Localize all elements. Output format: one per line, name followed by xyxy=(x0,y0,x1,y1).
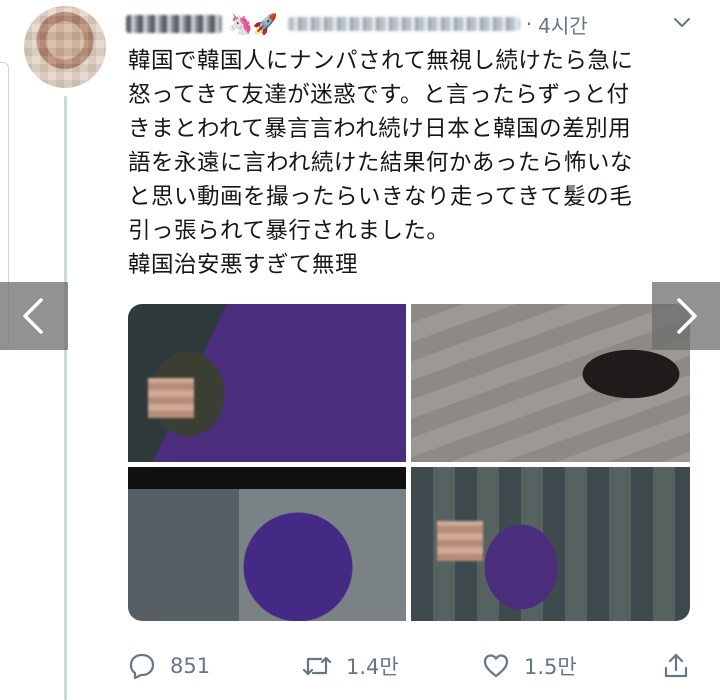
tweet-line: きまとわれて暴言言われ続け日本と韓国の差別用 xyxy=(128,116,632,142)
action-bar: 851 1.4만 1.5만 xyxy=(128,646,698,686)
reply-icon xyxy=(129,653,155,680)
previous-button[interactable] xyxy=(0,282,68,350)
tweet-line: 韓国で韓国人にナンパされて無視し続けたら急に xyxy=(128,48,634,74)
retweet-icon xyxy=(302,656,332,676)
name-emoji: 🦄🚀 xyxy=(228,12,278,36)
heart-icon xyxy=(483,654,509,678)
tweet-line: 引っ張られて暴行されました。 xyxy=(128,218,450,244)
display-name-blurred[interactable] xyxy=(126,15,222,33)
timestamp[interactable]: 4시간 xyxy=(538,10,588,39)
media-grid xyxy=(128,304,690,621)
separator-dot: · xyxy=(525,12,533,36)
handle-blurred[interactable] xyxy=(287,17,520,31)
photo-1[interactable] xyxy=(128,304,406,462)
retweet-count: 1.4만 xyxy=(346,655,399,679)
tweet-line: 韓国治安悪すぎて無理 xyxy=(128,252,359,278)
chevron-right-icon xyxy=(677,298,697,334)
tweet-line: 怒ってきて友達が迷惑です。と言ったらずっと付 xyxy=(128,82,630,108)
reply-count: 851 xyxy=(170,654,211,678)
thread-line xyxy=(64,96,67,700)
like-count: 1.5만 xyxy=(524,655,577,679)
photo-3[interactable] xyxy=(128,467,406,621)
reply-button[interactable]: 851 xyxy=(128,652,210,680)
retweet-button[interactable]: 1.4만 xyxy=(302,651,399,681)
avatar[interactable] xyxy=(24,6,106,88)
share-button[interactable] xyxy=(662,652,704,680)
tweet-header: 🦄🚀 · 4시간 xyxy=(126,4,694,44)
chevron-left-icon xyxy=(23,298,43,334)
chevron-down-icon[interactable] xyxy=(670,10,694,34)
photo-4[interactable] xyxy=(411,467,690,621)
photo-2[interactable] xyxy=(411,304,690,462)
share-icon xyxy=(664,653,688,678)
tweet-line: 語を永遠に言われ続けた結果何かあったら怖いな xyxy=(128,150,633,176)
face-blur xyxy=(437,521,483,561)
tweet-text: 韓国で韓国人にナンパされて無視し続けたら急に 怒ってきて友達が迷惑です。と言った… xyxy=(128,44,696,282)
like-button[interactable]: 1.5만 xyxy=(482,651,577,681)
face-blur xyxy=(148,378,194,418)
tweet-line: と思い動画を撮ったらいきなり走ってきて髪の毛 xyxy=(128,184,633,210)
next-button[interactable] xyxy=(652,282,720,350)
